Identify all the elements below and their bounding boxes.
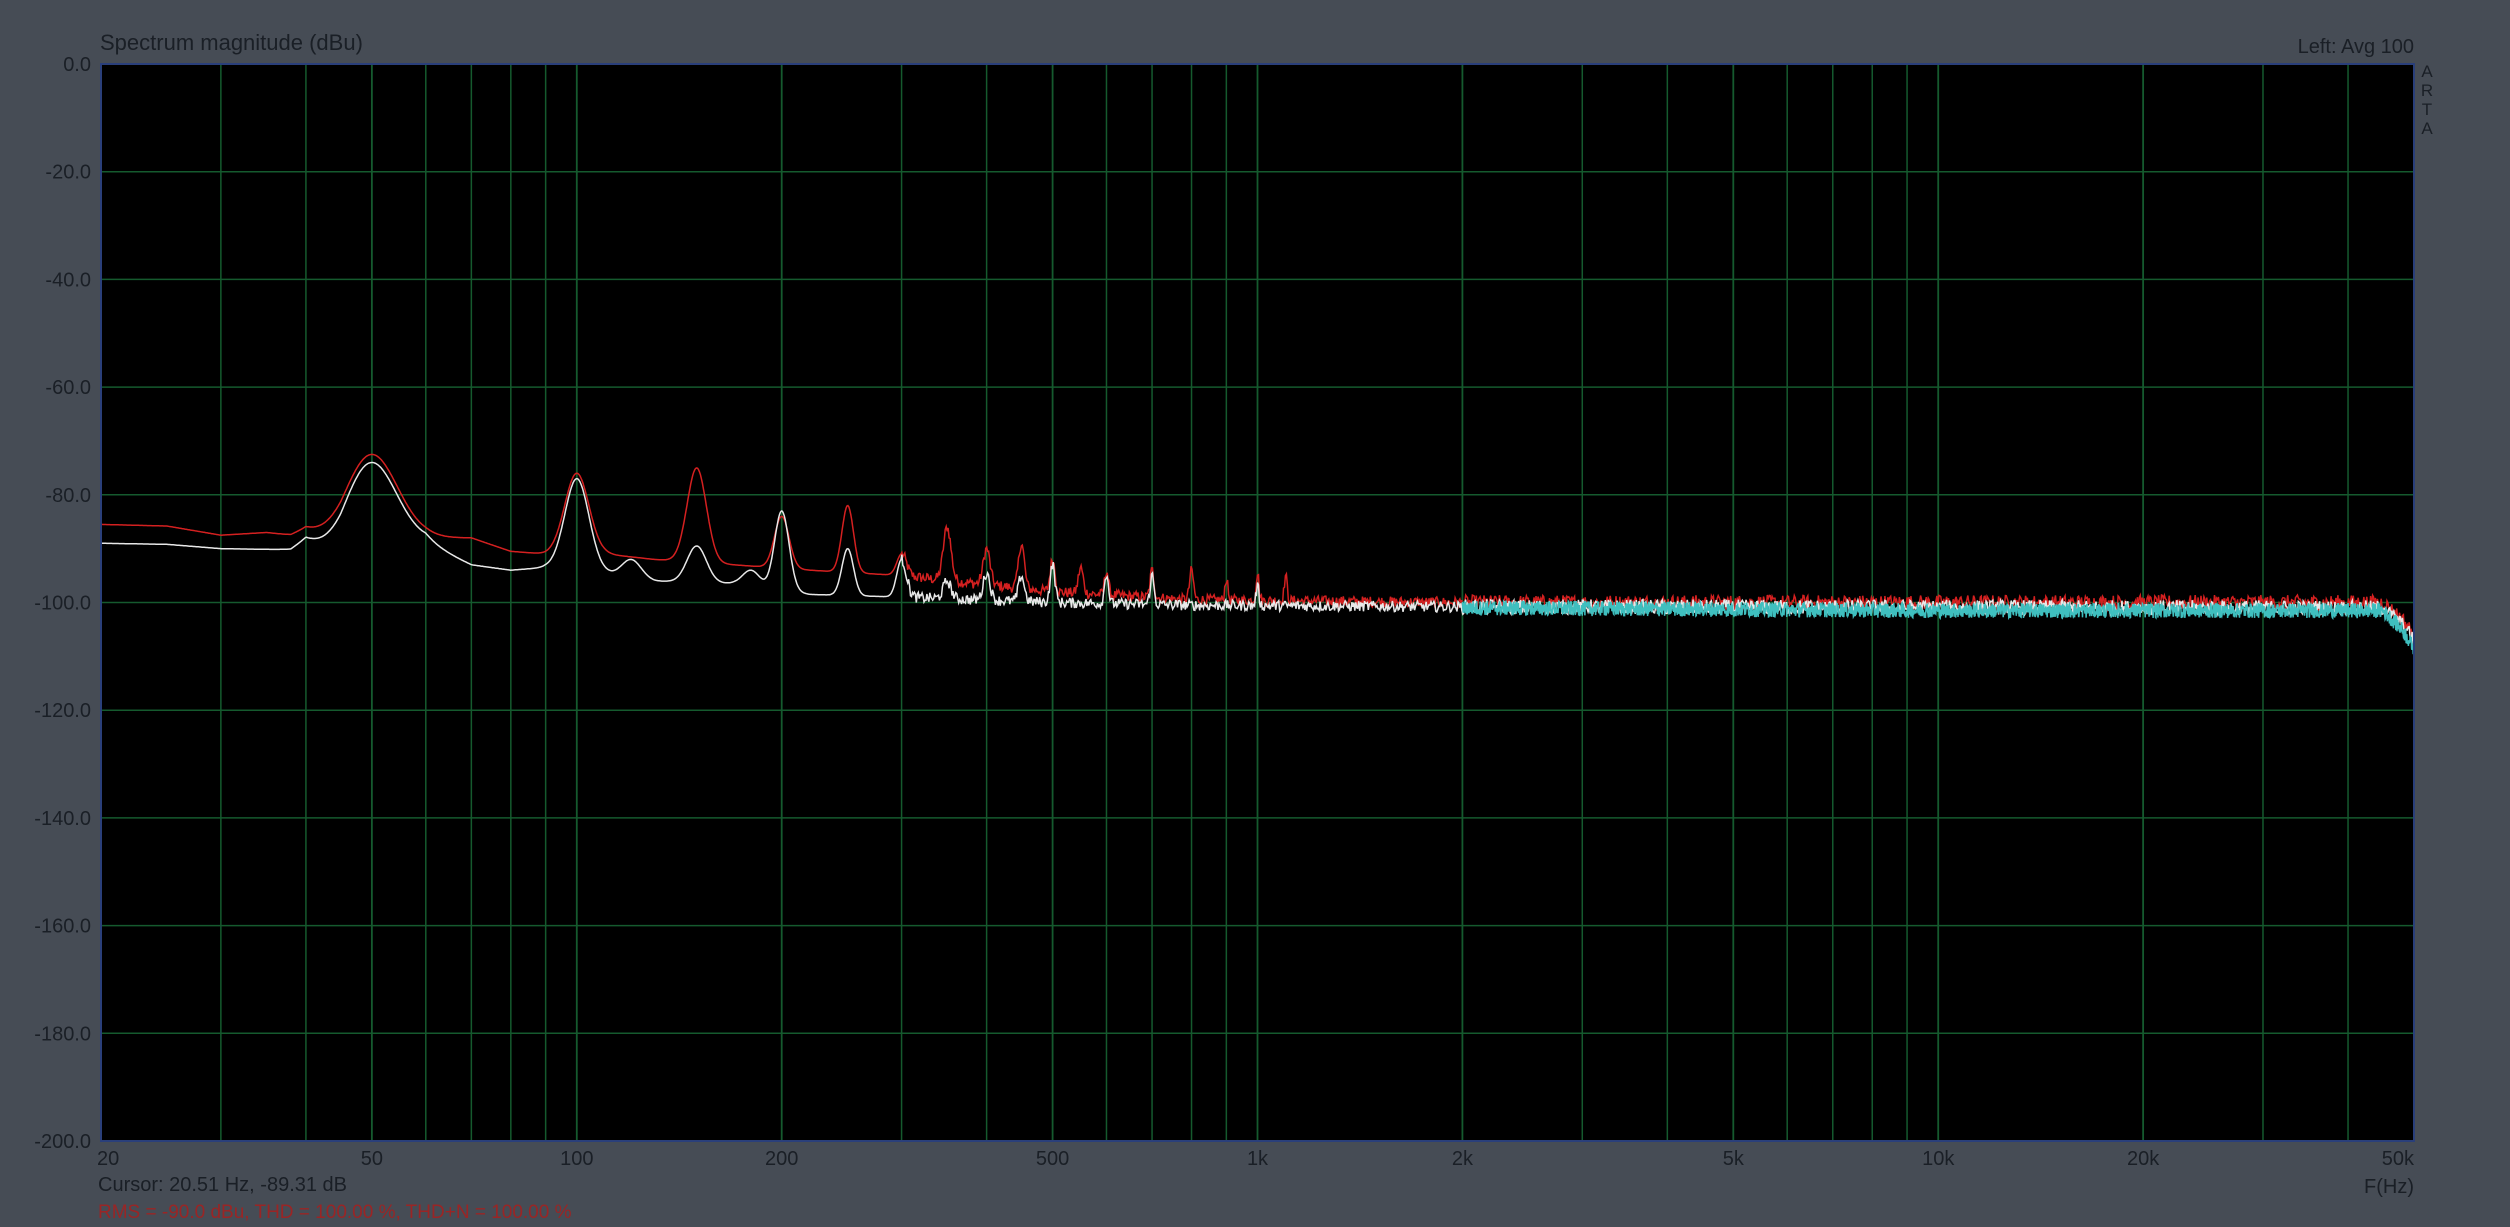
x-tick-label: 20: [97, 1148, 119, 1170]
y-tick-label: -80.0: [45, 485, 91, 507]
spectrum-window: 0.0 -20.0 -40.0 -60.0 -80.0 -100.0 -120.0 -140.…: [0, 0, 2510, 1227]
x-tick-label: 500: [1036, 1148, 1069, 1170]
cursor-readout: Cursor: 20.51 Hz, -89.31 dB: [98, 1174, 348, 1196]
channel-info: Left: Avg 100: [2297, 36, 2414, 58]
y-tick-label: -20.0: [45, 162, 91, 184]
spectrum-chart[interactable]: 0.0 -20.0 -40.0 -60.0 -80.0 -100.0 -120.0 -140.…: [0, 0, 2510, 1227]
brand-label: ARTA: [2420, 62, 2434, 138]
y-tick-label: -60.0: [45, 377, 91, 399]
y-tick-label: -180.0: [34, 1023, 91, 1045]
x-axis-name: F(Hz): [2364, 1176, 2414, 1198]
y-tick-label: -160.0: [34, 916, 91, 938]
chart-title: Spectrum magnitude (dBu): [100, 30, 363, 55]
x-tick-label: 5k: [1723, 1148, 1745, 1170]
y-tick-label: 0.0: [63, 54, 91, 76]
x-tick-label: 50k: [2382, 1148, 2415, 1170]
x-tick-label: 200: [765, 1148, 798, 1170]
x-tick-label: 10k: [1922, 1148, 1955, 1170]
y-tick-label: -140.0: [34, 808, 91, 830]
y-tick-label: -40.0: [45, 269, 91, 291]
x-tick-label: 20k: [2127, 1148, 2160, 1170]
x-tick-label: 100: [560, 1148, 593, 1170]
y-tick-label: -200.0: [34, 1131, 91, 1153]
rms-readout: RMS = -90.0 dBu, THD = 100.00 %, THD+N =…: [98, 1202, 572, 1223]
x-tick-label: 50: [361, 1148, 383, 1170]
x-tick-label: 1k: [1247, 1148, 1269, 1170]
x-tick-label: 2k: [1452, 1148, 1474, 1170]
y-tick-label: -120.0: [34, 700, 91, 722]
y-tick-label: -100.0: [34, 593, 91, 615]
